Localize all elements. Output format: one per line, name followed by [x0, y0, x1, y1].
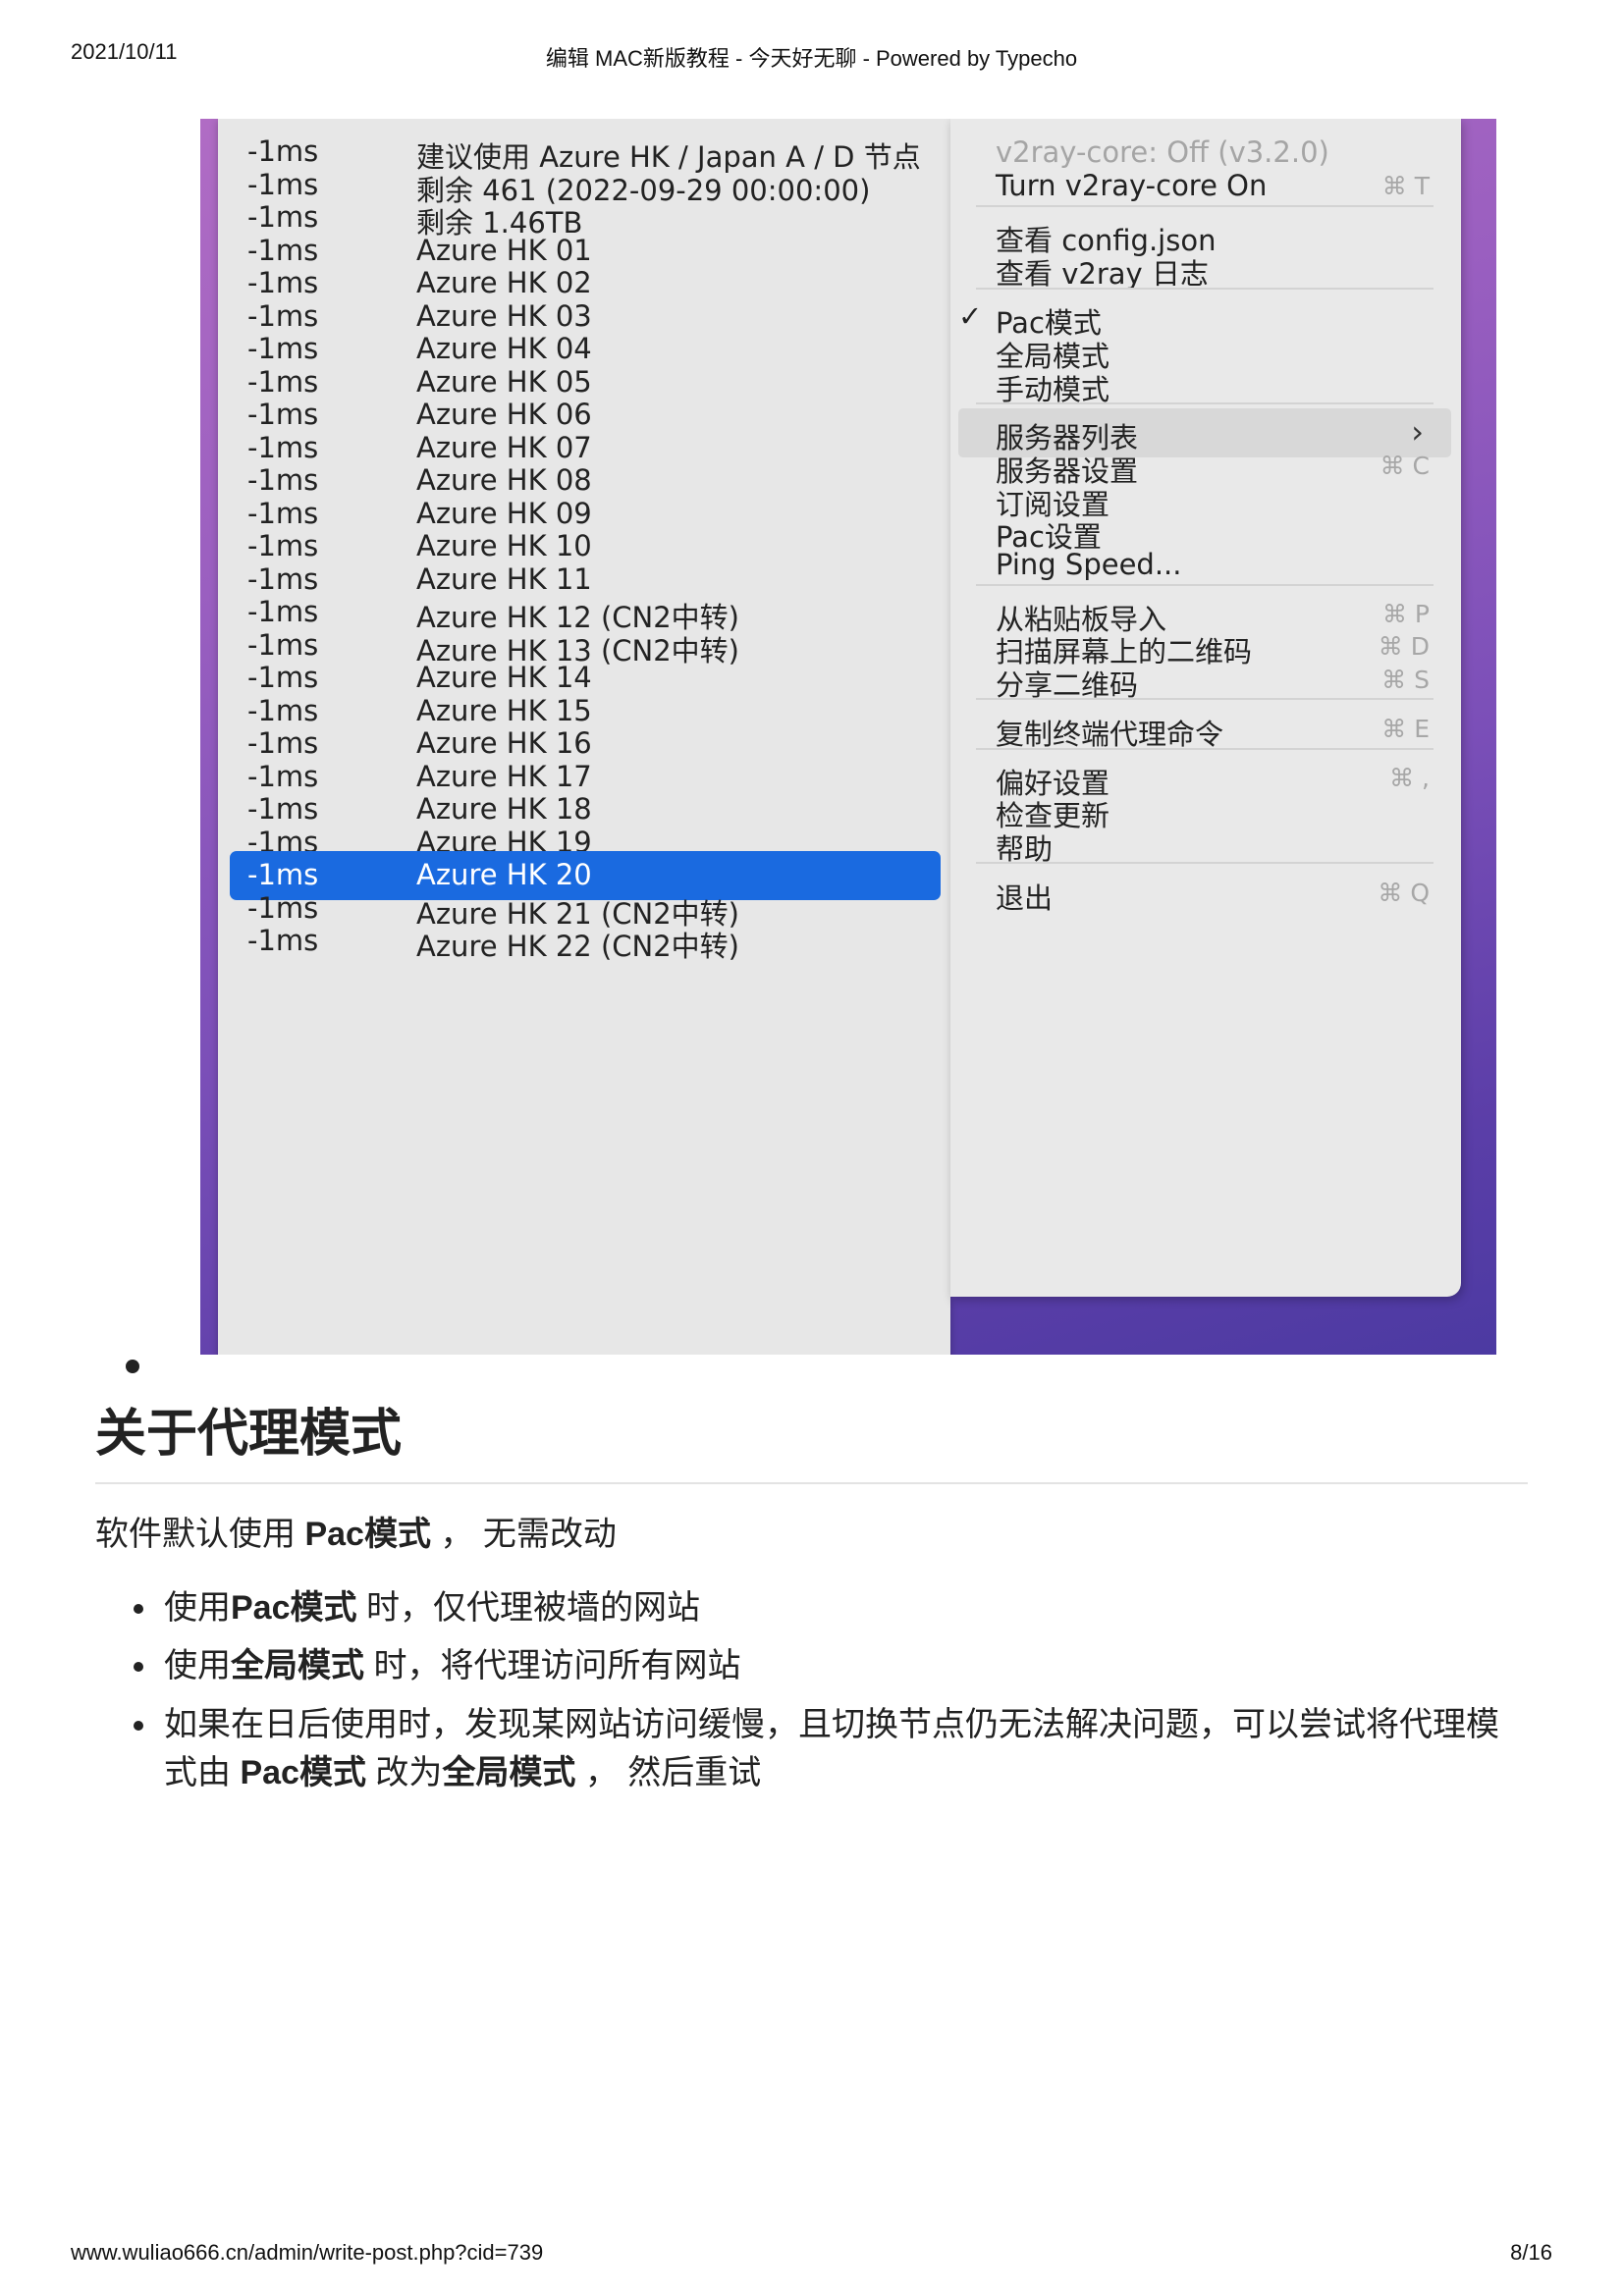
- server-name: Azure HK 22 (CN2中转): [416, 930, 739, 963]
- text-run: ， 无需改动: [430, 1516, 617, 1554]
- mode-list-item: 如果在日后使用时，发现某网站访问缓慢，且切换节点仍无法解决问题，可以尝试将代理模…: [160, 1701, 1528, 1798]
- menu-separator: [976, 748, 1434, 750]
- server-list-submenu: -1ms 建议使用 Azure HK / Japan A / D 节点 -1ms 剩余…: [218, 119, 950, 1355]
- menu-item-quit[interactable]: 退出 ⌘ Q: [950, 869, 1461, 918]
- section-heading: 关于代理模式: [95, 1404, 1528, 1485]
- menu-item-turn-core-on[interactable]: Turn v2ray-core On ⌘ T: [950, 162, 1461, 211]
- menu-shortcut: ⌘ S: [1381, 666, 1430, 694]
- menu-separator: [976, 584, 1434, 586]
- mode-list-item: 使用全局模式 时，将代理访问所有网站: [160, 1642, 1528, 1690]
- menu-item-label: 查看 v2ray 日志: [996, 257, 1209, 291]
- text-run: 时，将代理访问所有网站: [364, 1647, 741, 1685]
- menu-shortcut: ⌘ E: [1381, 715, 1430, 743]
- v2ray-main-menu: v2ray-core: Off (v3.2.0) Turn v2ray-core …: [950, 119, 1461, 1297]
- mode-list: 使用Pac模式 时，仅代理被墙的网站使用全局模式 时，将代理访问所有网站如果在日…: [95, 1584, 1528, 1797]
- print-header: 2021/10/11 编辑 MAC新版教程 - 今天好无聊 - Powered …: [71, 39, 1552, 73]
- menu-separator: [976, 862, 1434, 864]
- menu-item-label: 复制终端代理命令: [996, 718, 1224, 751]
- page-url: www.wuliao666.cn/admin/write-post.php?ci…: [71, 2240, 544, 2265]
- print-footer: www.wuliao666.cn/admin/write-post.php?ci…: [71, 2240, 1552, 2266]
- menu-separator: [976, 205, 1434, 207]
- server-item[interactable]: -1ms Azure HK 22 (CN2中转): [230, 917, 941, 966]
- text-run: 改为: [365, 1753, 443, 1791]
- menu-shortcut: ⌘ T: [1381, 172, 1430, 200]
- menu-separator: [976, 402, 1434, 404]
- text-run: 时，仅代理被墙的网站: [356, 1588, 700, 1627]
- print-title: 编辑 MAC新版教程 - 今天好无聊 - Powered by Typecho: [545, 46, 1078, 71]
- menu-shortcut: ⌘ Q: [1378, 879, 1430, 907]
- menu-item-copy-terminal-proxy[interactable]: 复制终端代理命令 ⌘ E: [950, 705, 1461, 754]
- server-latency: -1ms: [247, 924, 319, 957]
- empty-list-bullet: [126, 1360, 139, 1373]
- emphasis-text: Pac模式: [240, 1753, 366, 1791]
- menu-separator: [976, 288, 1434, 290]
- menu-item-label: Turn v2ray-core On: [996, 169, 1268, 202]
- text-run: 使用: [164, 1647, 231, 1685]
- menu-item-label: Ping Speed...: [996, 548, 1182, 581]
- intro-paragraph: 软件默认使用 Pac模式 ， 无需改动: [95, 1512, 1528, 1559]
- menu-item-ping-speed[interactable]: Ping Speed...: [950, 541, 1461, 590]
- text-run: 软件默认使用: [95, 1516, 305, 1554]
- article-section: 关于代理模式 软件默认使用 Pac模式 ， 无需改动 使用Pac模式 时，仅代理…: [95, 1404, 1528, 1807]
- menu-separator: [976, 698, 1434, 700]
- emphasis-text: Pac模式: [304, 1516, 431, 1554]
- menu-item-view-log[interactable]: 查看 v2ray 日志: [950, 244, 1461, 294]
- emphasis-text: Pac模式: [231, 1588, 357, 1627]
- emphasis-text: 全局模式: [442, 1753, 576, 1791]
- emphasis-text: 全局模式: [231, 1647, 364, 1685]
- mode-list-item: 使用Pac模式 时，仅代理被墙的网站: [160, 1584, 1528, 1632]
- v2ray-menu-screenshot: -1ms 建议使用 Azure HK / Japan A / D 节点 -1ms 剩余…: [200, 119, 1496, 1355]
- text-run: ， 然后重试: [575, 1753, 762, 1791]
- page-number: 8/16: [1510, 2240, 1552, 2265]
- menu-item-label: 退出: [996, 881, 1054, 915]
- text-run: 使用: [164, 1588, 231, 1627]
